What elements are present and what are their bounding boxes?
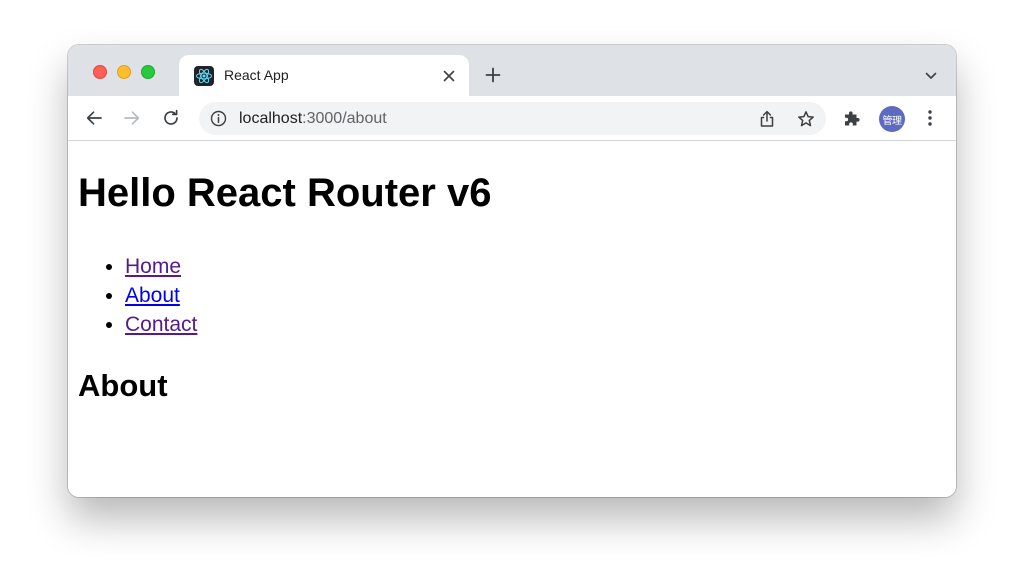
list-item: About xyxy=(125,281,197,310)
url-host: localhost xyxy=(239,110,303,127)
minimize-window-button[interactable] xyxy=(117,65,131,79)
nav-link-contact[interactable]: Contact xyxy=(125,313,197,336)
fullscreen-window-button[interactable] xyxy=(141,65,155,79)
nav-list: Home About Contact xyxy=(78,252,197,339)
close-icon[interactable] xyxy=(439,66,459,86)
browser-toolbar: localhost:3000/about 管理 xyxy=(68,96,956,141)
list-item: Contact xyxy=(125,310,197,339)
page-title: Hello React Router v6 xyxy=(78,171,492,215)
kebab-menu-icon[interactable] xyxy=(919,107,941,129)
tab-strip: React App xyxy=(68,45,956,96)
react-logo-icon xyxy=(194,66,214,86)
star-icon[interactable] xyxy=(796,109,816,129)
tab-react-app[interactable]: React App xyxy=(179,55,469,96)
nav-link-about[interactable]: About xyxy=(125,284,180,307)
share-icon[interactable] xyxy=(757,109,777,129)
profile-avatar[interactable]: 管理 xyxy=(879,106,905,132)
url-path: :3000/about xyxy=(302,110,387,127)
arrow-right-icon[interactable] xyxy=(121,107,143,129)
reload-icon[interactable] xyxy=(160,107,182,129)
address-bar[interactable]: localhost:3000/about xyxy=(199,102,826,135)
url-text: localhost:3000/about xyxy=(239,110,387,128)
puzzle-icon[interactable] xyxy=(841,107,863,129)
plus-icon[interactable] xyxy=(482,64,504,86)
close-window-button[interactable] xyxy=(93,65,107,79)
chevron-down-icon[interactable] xyxy=(922,67,940,85)
info-icon[interactable] xyxy=(210,110,227,127)
tab-title: React App xyxy=(224,67,289,83)
browser-window: React App localhost:3000/about 管理 Hello … xyxy=(68,45,956,497)
nav-link-home[interactable]: Home xyxy=(125,255,181,278)
page-viewport: Hello React Router v6 Home About Contact… xyxy=(68,141,956,497)
arrow-left-icon[interactable] xyxy=(83,107,105,129)
section-title: About xyxy=(78,368,168,403)
list-item: Home xyxy=(125,252,197,281)
screenshot-stage: React App localhost:3000/about 管理 Hello … xyxy=(0,0,1024,587)
